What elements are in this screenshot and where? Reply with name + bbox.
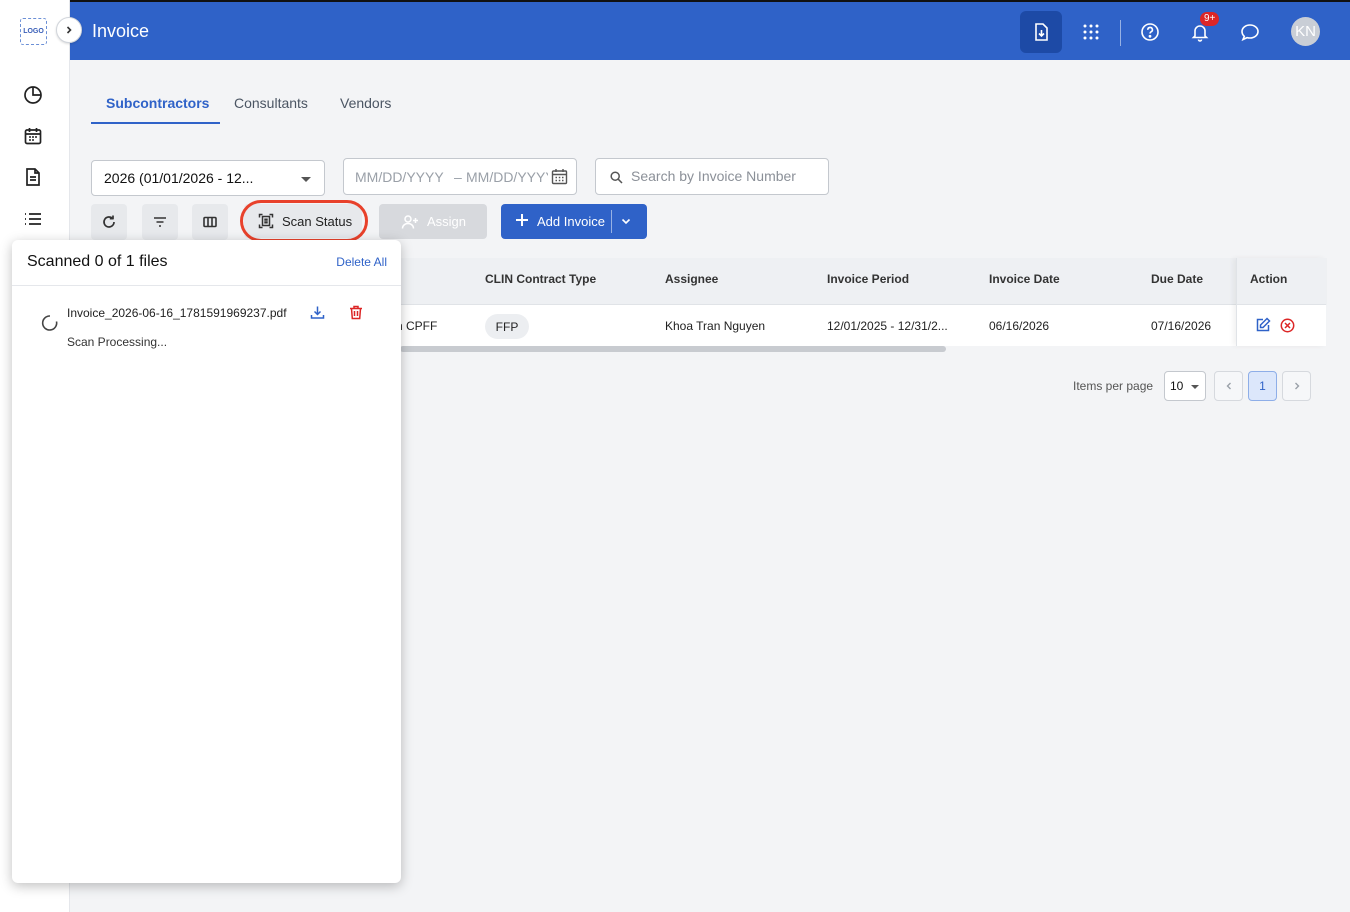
scanned-file-name: Invoice_2026-06-16_1781591969237.pdf (67, 306, 287, 320)
refresh-icon (103, 215, 115, 228)
top-header: Invoice 9+ KN (70, 0, 1350, 60)
col-header-invoice-date[interactable]: Invoice Date (989, 272, 1060, 286)
calendar-picker-icon[interactable] (551, 168, 568, 185)
horizontal-scrollbar[interactable] (400, 346, 946, 352)
scan-status-label: Scan Status (282, 213, 353, 229)
help-icon (1141, 23, 1159, 41)
chevron-left-icon (1226, 382, 1231, 390)
cell-invoice-date: 06/16/2026 (989, 319, 1050, 333)
expand-sidebar-button[interactable] (56, 17, 82, 43)
items-per-page-value: 10 (1170, 379, 1184, 393)
tab-consultants[interactable]: Consultants (234, 95, 308, 111)
col-header-invoice-period[interactable]: Invoice Period (827, 272, 909, 286)
filter-button[interactable] (142, 204, 178, 240)
columns-icon (203, 216, 217, 228)
add-invoice-label: Add Invoice (537, 214, 605, 229)
date-separator: – (454, 169, 462, 185)
chevron-right-icon (1294, 382, 1299, 390)
notification-badge: 9+ (1200, 12, 1220, 26)
trash-icon[interactable] (349, 305, 363, 320)
search-icon (610, 171, 623, 184)
tab-subcontractors[interactable]: Subcontractors (106, 95, 209, 111)
chevron-down-icon[interactable] (620, 215, 632, 227)
items-per-page-select[interactable]: 10 (1164, 371, 1206, 401)
tab-vendors[interactable]: Vendors (340, 95, 391, 111)
download-file-button[interactable] (1020, 11, 1062, 53)
col-header-clin[interactable]: CLIN Contract Type (485, 272, 596, 286)
period-select-value: 2026 (01/01/2026 - 12... (104, 170, 254, 186)
search-input[interactable] (631, 168, 821, 184)
caret-down-icon (1191, 385, 1199, 389)
active-tab-indicator (91, 122, 220, 124)
next-page-button[interactable] (1282, 371, 1311, 401)
cell-contract-partial: h CPFF (396, 319, 438, 333)
columns-button[interactable] (192, 204, 228, 240)
chevron-right-icon (66, 26, 72, 34)
assign-button[interactable]: Assign (379, 204, 487, 239)
prev-page-button[interactable] (1214, 371, 1243, 401)
scan-status-button[interactable]: Scan Status (244, 204, 362, 238)
page-1-button[interactable]: 1 (1248, 371, 1277, 401)
caret-down-icon (301, 177, 311, 182)
end-date-placeholder: MM/DD/YYYY (466, 169, 548, 185)
scan-status-panel: Scanned 0 of 1 files Delete All Invoice_… (12, 240, 401, 883)
invoice-search[interactable] (595, 158, 829, 195)
col-header-due-date[interactable]: Due Date (1151, 272, 1203, 286)
action-column: Action (1236, 258, 1327, 346)
scanned-file-status: Scan Processing... (67, 335, 168, 349)
download-icon[interactable] (310, 305, 325, 320)
date-range-input[interactable]: MM/DD/YYYY – MM/DD/YYYY (343, 158, 577, 195)
chat-icon (1241, 24, 1259, 42)
start-date-placeholder: MM/DD/YYYY (355, 169, 444, 185)
list-icon[interactable] (22, 208, 44, 230)
user-avatar[interactable]: KN (1291, 17, 1320, 46)
col-header-assignee[interactable]: Assignee (665, 272, 718, 286)
scan-document-icon (258, 213, 274, 229)
cancel-icon[interactable] (1280, 318, 1295, 333)
file-download-icon (1035, 23, 1048, 41)
assign-label: Assign (427, 214, 467, 229)
delete-all-link[interactable]: Delete All (336, 255, 387, 269)
cell-due-date: 07/16/2026 (1151, 319, 1212, 333)
cell-invoice-period: 12/01/2025 - 12/31/2... (827, 319, 948, 333)
edit-icon[interactable] (1255, 317, 1271, 333)
items-per-page-label: Items per page (1073, 379, 1154, 393)
split-divider (611, 210, 612, 233)
chat-button[interactable] (1229, 11, 1271, 53)
col-header-action: Action (1250, 272, 1288, 286)
period-select[interactable]: 2026 (01/01/2026 - 12... (91, 160, 325, 196)
panel-divider (12, 285, 401, 286)
add-user-icon (401, 214, 418, 229)
calendar-icon[interactable] (22, 125, 44, 147)
clin-type-chip: FFP (485, 314, 529, 339)
document-icon[interactable] (22, 166, 44, 188)
help-button[interactable] (1129, 11, 1171, 53)
apps-grid-icon (1083, 24, 1099, 40)
page-title: Invoice (92, 21, 150, 41)
header-divider (1120, 20, 1121, 46)
refresh-button[interactable] (91, 204, 127, 240)
cell-assignee: Khoa Tran Nguyen (665, 319, 766, 333)
plus-icon (516, 214, 528, 226)
app-logo: LOGO (20, 18, 47, 45)
apps-grid-button[interactable] (1070, 11, 1112, 53)
dashboard-pie-icon[interactable] (22, 84, 44, 106)
loading-spinner-icon (41, 315, 58, 331)
add-invoice-button[interactable]: Add Invoice (501, 204, 647, 239)
filter-icon (154, 217, 166, 227)
scan-panel-title: Scanned 0 of 1 files (27, 253, 168, 270)
